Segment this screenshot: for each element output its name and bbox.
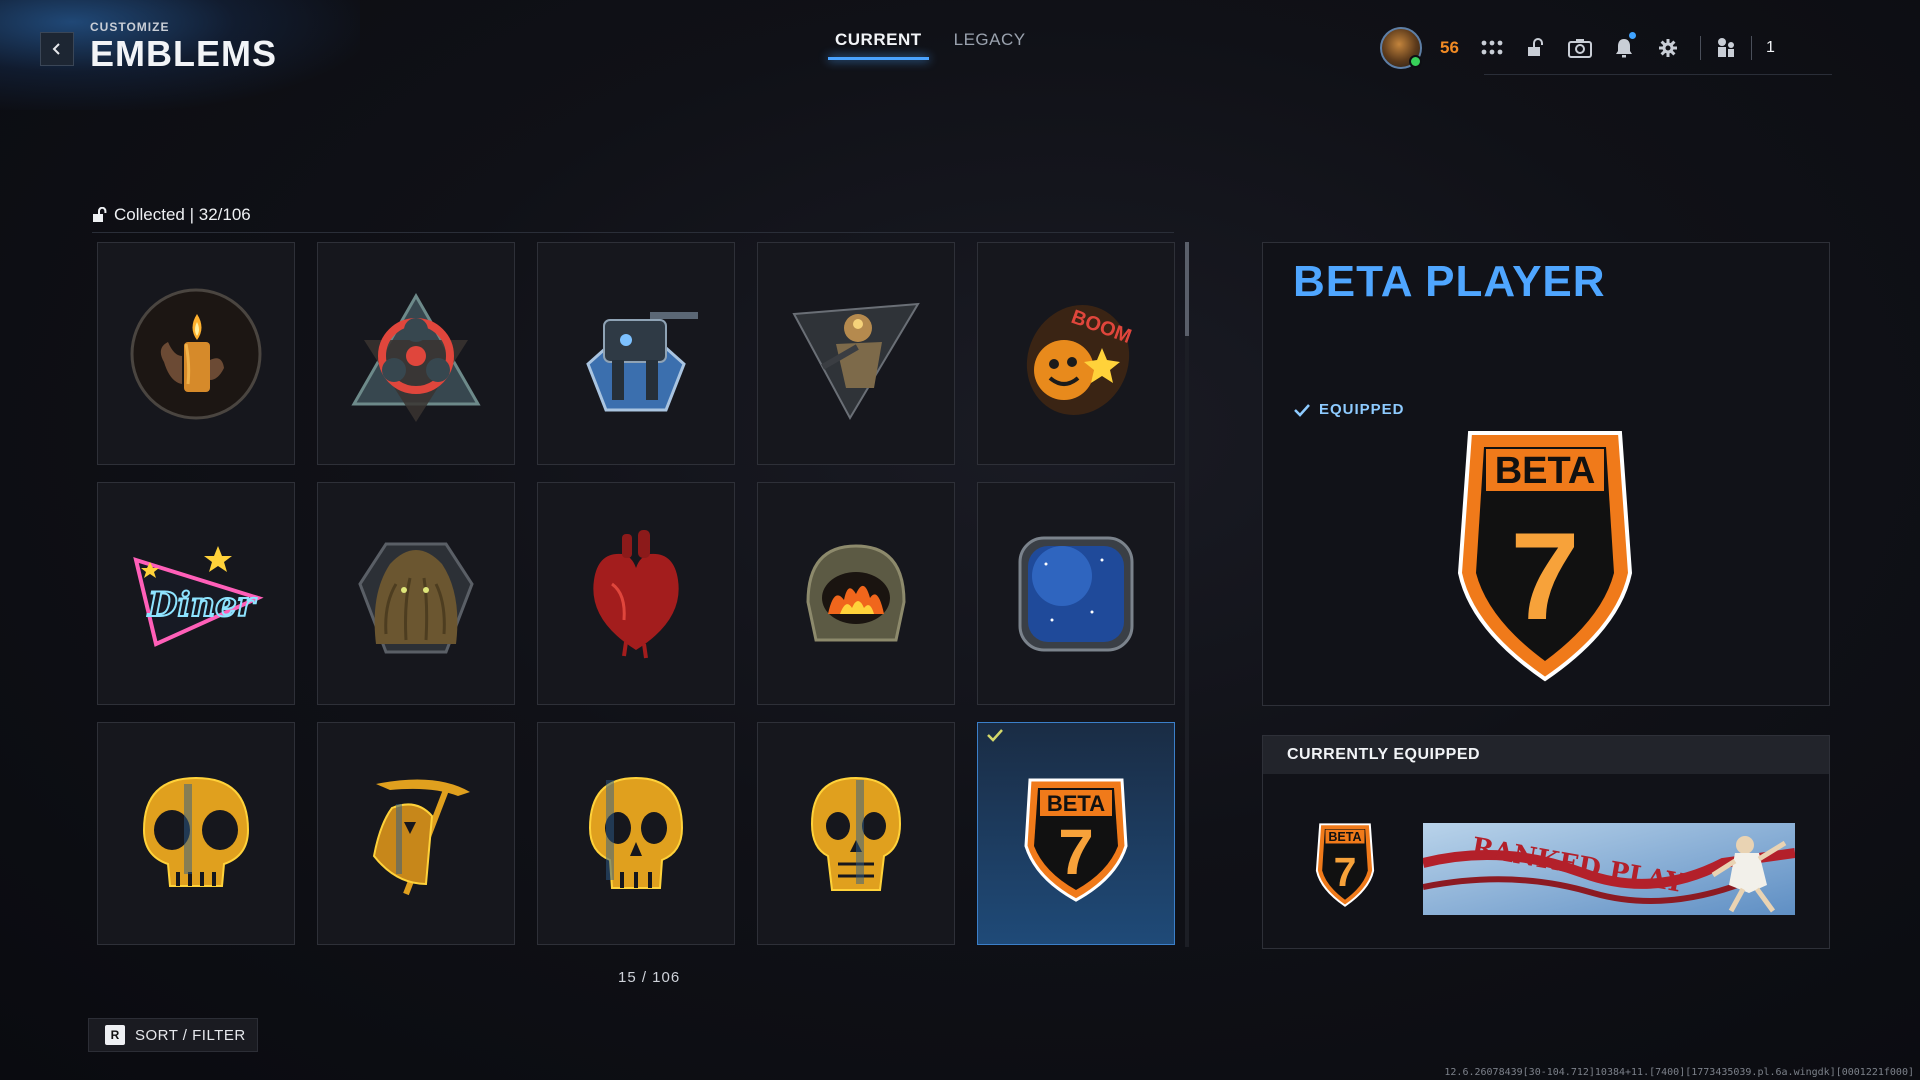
tab-bar: CURRENT LEGACY bbox=[828, 30, 1026, 60]
flaming-helmet-emblem bbox=[806, 543, 906, 641]
seven-label-small: 7 bbox=[1334, 849, 1357, 895]
check-icon bbox=[1294, 403, 1310, 417]
tab-legacy[interactable]: LEGACY bbox=[954, 30, 1026, 58]
emblem-tile-biohazard[interactable] bbox=[317, 242, 515, 465]
party-icon[interactable] bbox=[1711, 37, 1741, 59]
emblem-tile-diner[interactable]: Diner bbox=[97, 482, 295, 705]
emblem-tile-bomb[interactable]: BOOM bbox=[977, 242, 1175, 465]
topbar-divider-2 bbox=[1751, 36, 1752, 60]
emblem-tile-gold-skull-3[interactable] bbox=[757, 722, 955, 945]
beta-7-emblem: BETA 7 bbox=[1024, 778, 1128, 902]
emblem-tile-heart[interactable] bbox=[537, 482, 735, 705]
key-hint-r: R bbox=[105, 1025, 125, 1045]
calling-card-thumbnail: RANKED PLAY bbox=[1423, 823, 1795, 915]
camera-icon[interactable] bbox=[1558, 38, 1602, 58]
emblem-tile-gold-skull-2[interactable] bbox=[537, 722, 735, 945]
emblem-tile-candle[interactable] bbox=[97, 242, 295, 465]
emblem-tile-helmet[interactable] bbox=[757, 482, 955, 705]
beta-7-emblem-large: BETA 7 bbox=[1457, 431, 1633, 682]
soldier-triangle-emblem bbox=[792, 302, 920, 420]
collection-label: Collected | 32/106 bbox=[114, 205, 251, 224]
topbar-divider bbox=[1700, 36, 1701, 60]
equipped-emblem-thumbnail: BETA 7 bbox=[1315, 823, 1375, 907]
page-subtitle: CUSTOMIZE bbox=[90, 20, 170, 34]
seven-label-large: 7 bbox=[1511, 508, 1580, 646]
scrollbar-thumb[interactable] bbox=[1185, 242, 1189, 336]
emblem-tile-mech[interactable] bbox=[537, 242, 735, 465]
candle-hand-emblem bbox=[130, 288, 262, 419]
furry-creature-emblem bbox=[358, 542, 474, 653]
boom-bomb-emblem: BOOM bbox=[1026, 304, 1134, 415]
equipped-status: EQUIPPED bbox=[1293, 401, 1405, 418]
collection-divider bbox=[92, 232, 1174, 233]
check-icon bbox=[987, 729, 1003, 742]
party-count: 1 bbox=[1766, 39, 1775, 56]
anatomical-heart-emblem bbox=[593, 529, 679, 658]
tab-current[interactable]: CURRENT bbox=[828, 30, 929, 60]
build-info: 12.6.26078439[30-104.712]10384+11.[7400]… bbox=[1444, 1067, 1914, 1078]
unlock-icon bbox=[93, 207, 107, 222]
mech-turret-emblem bbox=[586, 311, 698, 411]
emblem-tile-soldier[interactable] bbox=[757, 242, 955, 465]
emblem-tile-gold-skull-1[interactable] bbox=[97, 722, 295, 945]
emblem-title: BETA PLAYER bbox=[1293, 257, 1606, 306]
diner-sign-text: Diner bbox=[147, 585, 257, 625]
currently-equipped-header: CURRENTLY EQUIPPED bbox=[1263, 736, 1829, 774]
back-button[interactable] bbox=[40, 32, 74, 66]
emblem-tile-furry[interactable] bbox=[317, 482, 515, 705]
emblem-tile-beta-7[interactable]: BETA 7 bbox=[977, 722, 1175, 945]
equipped-label: EQUIPPED bbox=[1319, 401, 1405, 418]
beta-label: BETA bbox=[1047, 791, 1105, 816]
currently-equipped-panel: CURRENTLY EQUIPPED BETA 7 RANKED PLAY bbox=[1262, 735, 1830, 949]
space-window-emblem bbox=[1018, 536, 1134, 651]
gold-skull-emblem-2 bbox=[588, 776, 684, 889]
emblem-grid: BOOM Diner BETA 7 bbox=[97, 242, 1175, 945]
page-title: EMBLEMS bbox=[90, 33, 277, 74]
collection-counter: Collected | 32/106 bbox=[92, 205, 251, 225]
avatar[interactable] bbox=[1380, 27, 1422, 69]
grid-scrollbar[interactable] bbox=[1185, 242, 1189, 947]
beta-label-small: BETA bbox=[1328, 830, 1361, 844]
lock-icon[interactable] bbox=[1514, 38, 1558, 58]
page-counter: 15 / 106 bbox=[618, 969, 681, 986]
seven-label: 7 bbox=[1058, 816, 1094, 888]
emblem-tile-space[interactable] bbox=[977, 482, 1175, 705]
beta-label-large: BETA bbox=[1495, 450, 1596, 492]
topbar-underline bbox=[1484, 74, 1832, 75]
online-status-dot bbox=[1409, 55, 1422, 68]
bell-icon[interactable] bbox=[1602, 32, 1646, 58]
gold-skull-emblem-3 bbox=[810, 776, 902, 891]
emblem-tile-gold-reaper[interactable] bbox=[317, 722, 515, 945]
player-level: 56 bbox=[1440, 38, 1459, 57]
gold-skull-emblem bbox=[142, 776, 250, 887]
diner-neon-emblem: Diner bbox=[133, 545, 264, 647]
gear-icon[interactable] bbox=[1646, 38, 1690, 58]
chevron-left-icon bbox=[52, 43, 60, 55]
notification-dot bbox=[1629, 32, 1636, 39]
sort-filter-button[interactable]: R SORT / FILTER bbox=[88, 1018, 258, 1052]
sort-filter-label: SORT / FILTER bbox=[135, 1026, 246, 1044]
menu-grid-icon[interactable] bbox=[1470, 40, 1514, 56]
emblem-detail-panel: BETA PLAYER EQUIPPED BETA 7 bbox=[1262, 242, 1830, 706]
gold-reaper-emblem bbox=[372, 779, 470, 895]
top-bar: 56 1 bbox=[1380, 26, 1775, 70]
biohazard-emblem bbox=[351, 292, 481, 422]
